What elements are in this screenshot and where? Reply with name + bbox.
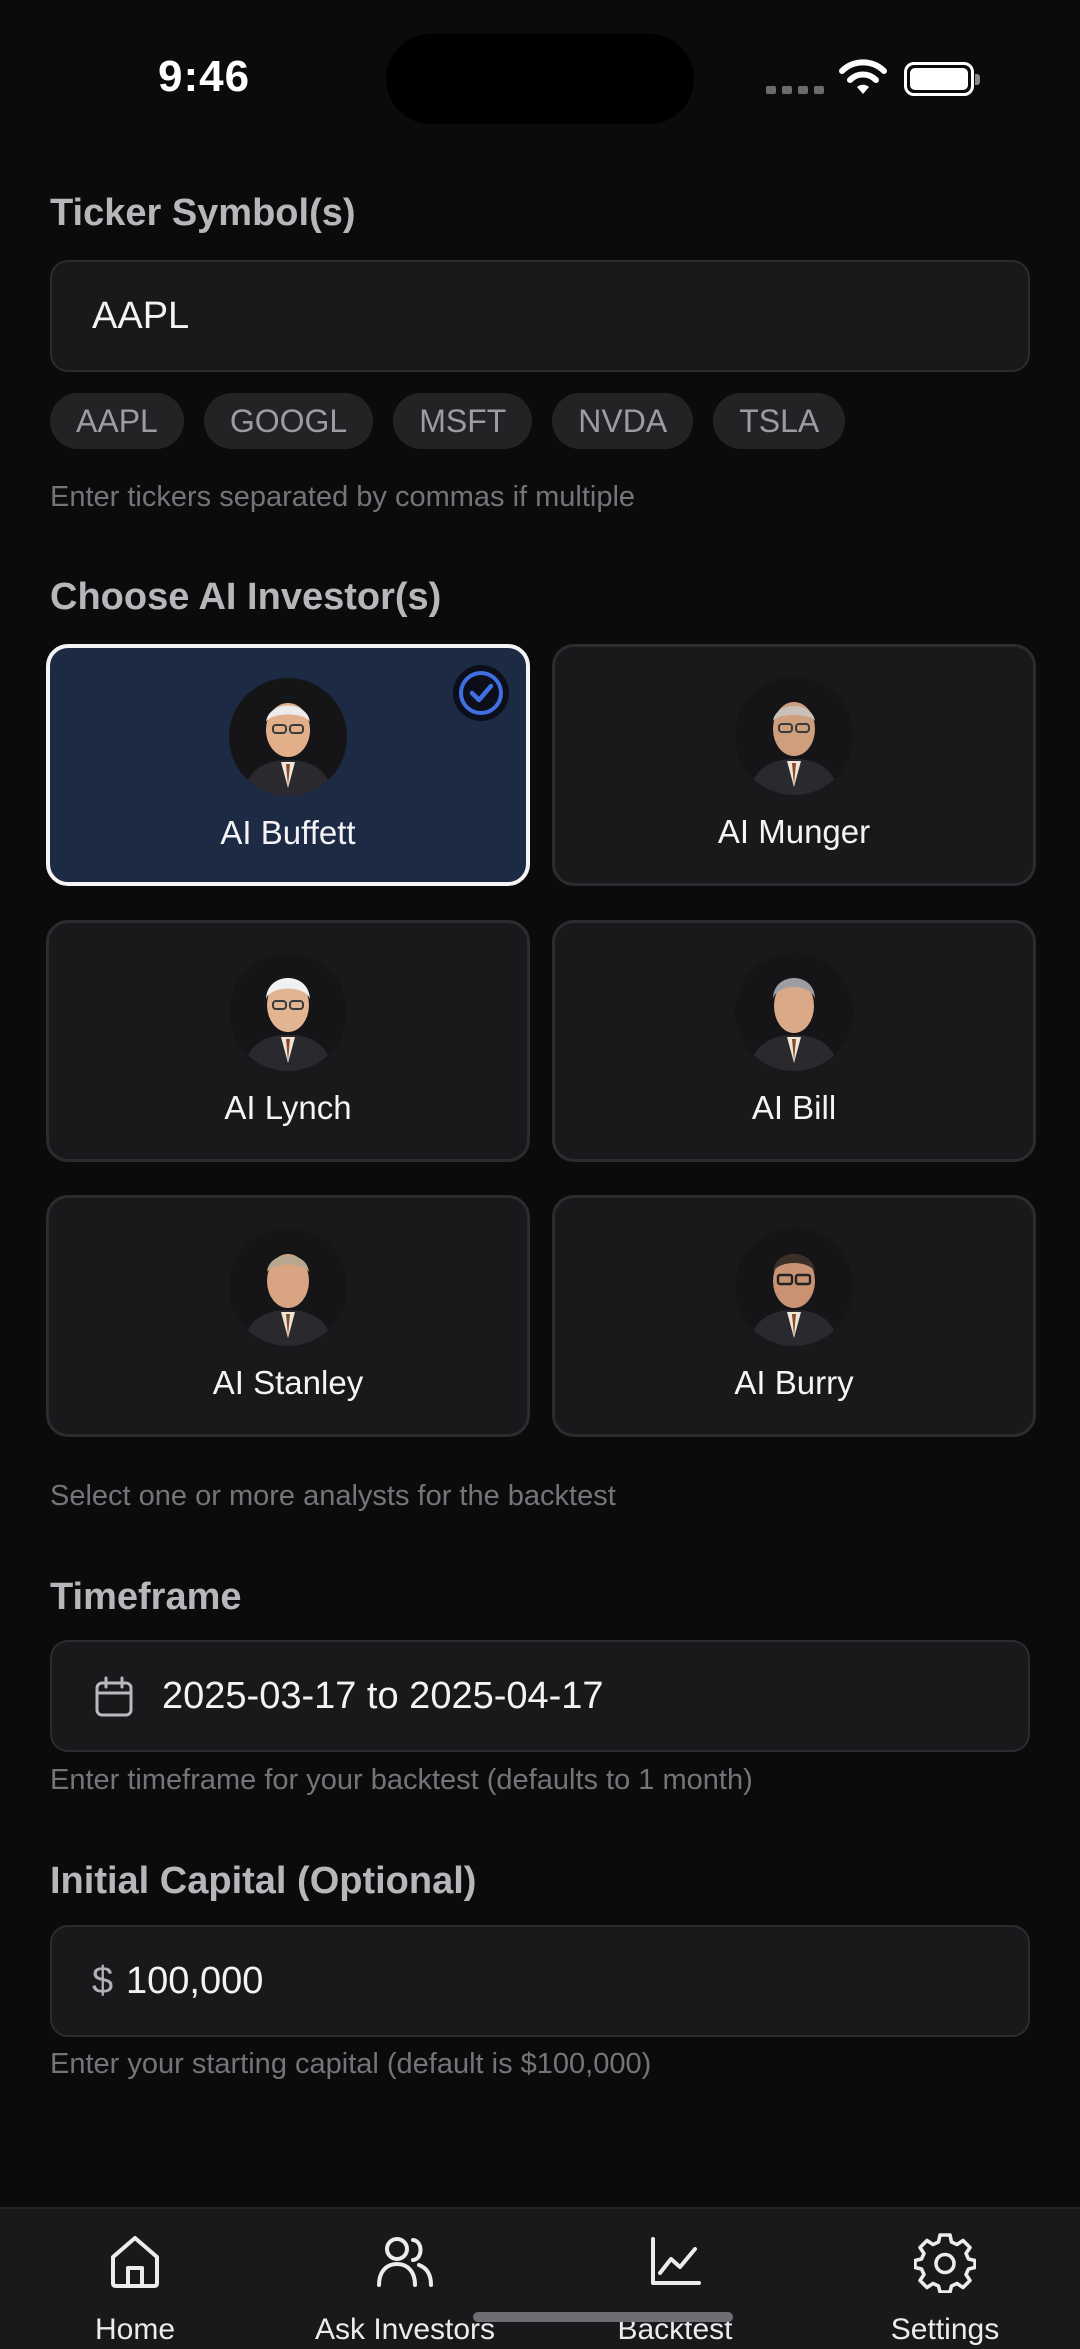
home-indicator	[473, 2312, 733, 2322]
ticker-chip[interactable]: GOOGL	[203, 393, 374, 449]
ticker-chip[interactable]: NVDA	[552, 393, 694, 449]
investor-name: AI Bill	[751, 1089, 837, 1126]
investor-name: AI Lynch	[224, 1089, 352, 1126]
wifi-icon	[839, 59, 887, 94]
investor-avatar	[735, 1228, 853, 1346]
tab-settings[interactable]: Settings	[810, 2209, 1080, 2349]
tab-home[interactable]: Home	[0, 2209, 270, 2349]
investor-card-burry[interactable]: AI Burry	[552, 1195, 1036, 1437]
timeframe-label: Timeframe	[50, 1576, 242, 1618]
gear-icon	[914, 2233, 976, 2293]
investor-avatar	[735, 677, 853, 795]
cellular-signal-icon	[766, 86, 824, 94]
investor-name: AI Burry	[734, 1364, 854, 1401]
capital-label: Initial Capital (Optional)	[50, 1860, 477, 1902]
tab-bar: Home Ask Investors Backtest Settings	[0, 2207, 1080, 2349]
investor-avatar	[735, 953, 853, 1071]
investor-card-munger[interactable]: AI Munger	[552, 644, 1036, 886]
timeframe-input[interactable]: 2025-03-17 to 2025-04-17	[50, 1640, 1030, 1752]
check-circle-icon	[453, 665, 509, 721]
investor-avatar	[229, 678, 347, 796]
timeframe-hint: Enter timeframe for your backtest (defau…	[50, 1764, 753, 1796]
capital-value: 100,000	[126, 1959, 264, 2002]
capital-input[interactable]: $ 100,000	[50, 1925, 1030, 2037]
tab-label: Home	[94, 2313, 176, 2346]
capital-hint: Enter your starting capital (default is …	[50, 2048, 652, 2080]
investor-card-buffett[interactable]: AI Buffett	[46, 644, 530, 886]
investor-card-stanley[interactable]: AI Stanley	[46, 1195, 530, 1437]
dynamic-island	[386, 34, 694, 124]
investors-hint: Select one or more analysts for the back…	[50, 1480, 616, 1512]
investor-name: AI Stanley	[212, 1364, 364, 1401]
investor-avatar	[229, 1228, 347, 1346]
investors-label: Choose AI Investor(s)	[50, 576, 442, 618]
tab-backtest[interactable]: Backtest	[540, 2209, 810, 2349]
ticker-hint: Enter tickers separated by commas if mul…	[50, 481, 636, 513]
status-time: 9:46	[158, 52, 251, 101]
ticker-chip[interactable]: AAPL	[50, 393, 184, 449]
investor-name: AI Buffett	[220, 814, 356, 851]
users-icon	[377, 2237, 433, 2287]
home-icon	[111, 2236, 159, 2288]
ticker-chips: AAPL GOOGL MSFT NVDA TSLA	[50, 393, 846, 449]
ticker-input[interactable]: AAPL	[50, 260, 1030, 372]
ticker-chip[interactable]: MSFT	[393, 393, 533, 449]
investor-name: AI Munger	[717, 813, 871, 850]
ticker-label: Ticker Symbol(s)	[50, 192, 356, 234]
ticker-chip[interactable]: TSLA	[713, 393, 846, 449]
calendar-icon	[95, 1676, 133, 1717]
tab-ask-investors[interactable]: Ask Investors	[270, 2209, 540, 2349]
investor-avatar	[229, 953, 347, 1071]
status-bar: 9:46	[0, 0, 1080, 140]
chart-icon	[651, 2237, 701, 2285]
currency-symbol: $	[92, 1959, 114, 2002]
timeframe-value: 2025-03-17 to 2025-04-17	[162, 1674, 604, 1717]
ticker-input-value: AAPL	[92, 294, 190, 337]
battery-icon	[904, 62, 980, 96]
investor-card-lynch[interactable]: AI Lynch	[46, 920, 530, 1162]
investor-card-bill[interactable]: AI Bill	[552, 920, 1036, 1162]
tab-label: Settings	[890, 2313, 1000, 2346]
